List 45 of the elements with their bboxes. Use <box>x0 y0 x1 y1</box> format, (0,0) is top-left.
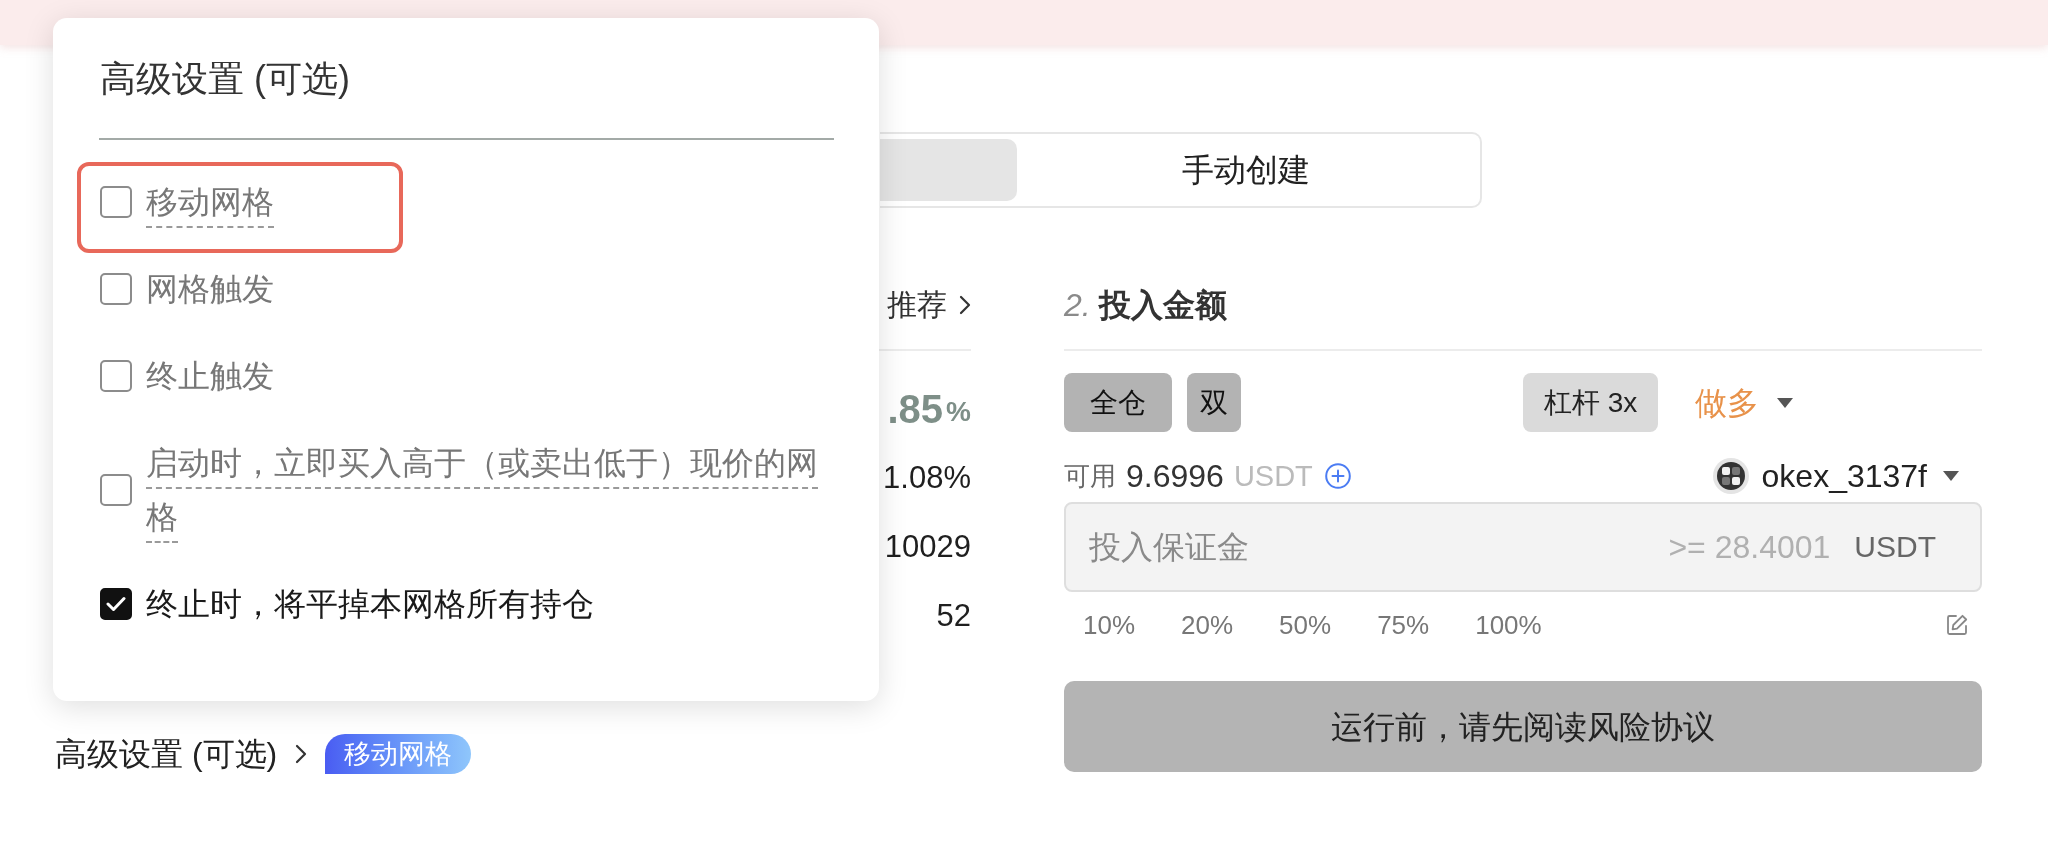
option-label[interactable]: 网格触发 <box>146 262 274 316</box>
available-amount: 9.6996 <box>1126 457 1224 496</box>
direction-dropdown[interactable]: 做多 <box>1695 382 1794 423</box>
stat-value: 52 <box>936 596 971 635</box>
percent-option[interactable]: 20% <box>1181 607 1234 643</box>
stat-value: 1.08% <box>883 458 971 497</box>
step-number: 2. <box>1064 286 1091 325</box>
percent-option[interactable]: 50% <box>1279 607 1332 643</box>
chevron-right-icon <box>295 744 308 764</box>
checkbox[interactable] <box>100 588 132 620</box>
available-label: 可用 <box>1064 460 1116 493</box>
unit-label: USDT <box>1854 529 1936 565</box>
checkbox[interactable] <box>100 360 132 392</box>
advanced-settings-toggle[interactable]: 高级设置 (可选) <box>55 732 308 776</box>
account-selector[interactable]: okex_3137f <box>1712 456 1959 496</box>
caret-down-icon <box>1943 471 1959 481</box>
chevron-right-icon <box>959 295 971 315</box>
add-circle-icon[interactable] <box>1324 463 1351 489</box>
percent-option[interactable]: 100% <box>1475 607 1542 643</box>
section-title: 投入金额 <box>1098 286 1227 325</box>
checkbox[interactable] <box>100 474 132 506</box>
available-currency: USDT <box>1233 459 1313 494</box>
recommend-link[interactable]: 推荐 <box>887 285 971 325</box>
stat-unit: % <box>946 394 971 429</box>
checkmark-icon <box>106 596 126 612</box>
option-label[interactable]: 启动时，立即买入高于（或卖出低于）现价的网格 <box>146 436 834 544</box>
margin-mode-button[interactable]: 全仓 <box>1064 373 1172 432</box>
checkbox[interactable] <box>100 186 132 218</box>
percent-option[interactable]: 10% <box>1083 607 1136 643</box>
margin-mode-button[interactable]: 双 <box>1187 373 1241 432</box>
checkered-ball-icon <box>1712 458 1749 494</box>
stat-value: .85 <box>887 385 944 433</box>
option-label[interactable]: 终止触发 <box>146 349 274 403</box>
popup-title: 高级设置 (可选) <box>100 57 351 101</box>
option-label[interactable]: 移动网格 <box>146 175 274 229</box>
mode-tab[interactable]: 手动创建 <box>1017 139 1475 201</box>
option-label[interactable]: 终止时，将平掉本网格所有持仓 <box>146 577 594 631</box>
setting-tag: 移动网格 <box>325 734 472 774</box>
edit-icon[interactable] <box>1946 614 1968 636</box>
leverage-button[interactable]: 杠杆 3x <box>1523 373 1659 432</box>
caret-down-icon <box>1777 397 1794 408</box>
minimum-hint: >= 28.4001 <box>1668 528 1831 567</box>
stat-value: 10029 <box>884 527 971 566</box>
percent-option[interactable]: 75% <box>1377 607 1430 643</box>
checkbox[interactable] <box>100 273 132 305</box>
